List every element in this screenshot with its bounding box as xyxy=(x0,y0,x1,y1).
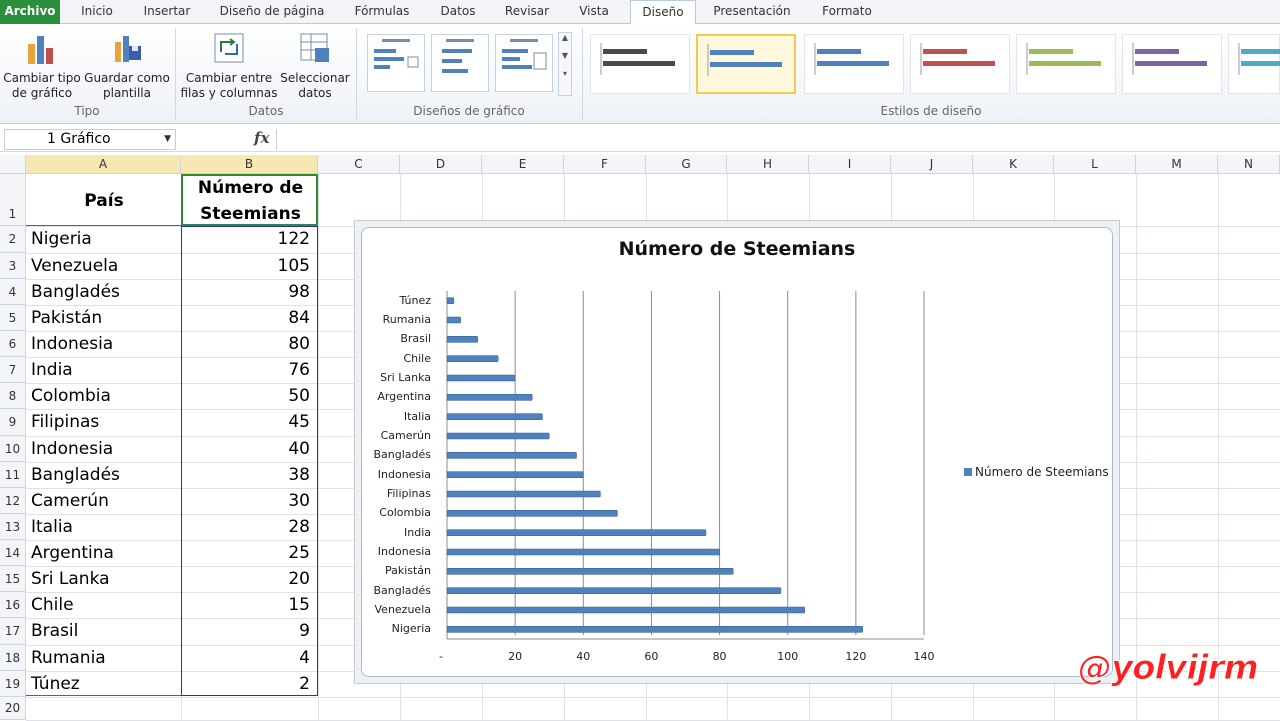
category-label: Túnez xyxy=(399,293,431,307)
category-label: Indonesia xyxy=(377,467,431,481)
category-label: Venezuela xyxy=(374,603,432,616)
tick-label: 20 xyxy=(508,650,523,663)
category-label: Sri Lanka xyxy=(380,371,431,384)
bar xyxy=(446,490,601,498)
legend-label: Número de Steemians xyxy=(975,465,1109,479)
bar xyxy=(446,432,550,440)
tick-label: 100 xyxy=(777,650,799,663)
tick-label: 140 xyxy=(913,650,935,663)
bar xyxy=(446,548,720,556)
category-label: Brasil xyxy=(400,332,431,346)
bar xyxy=(446,355,499,362)
tick-label: 60 xyxy=(644,650,659,663)
category-label: Pakistán xyxy=(384,564,431,578)
bar xyxy=(446,471,584,478)
bar xyxy=(446,587,782,594)
bar xyxy=(446,336,478,343)
chart-plot xyxy=(446,291,925,640)
category-label: Argentina xyxy=(377,390,431,404)
category-label: Camerún xyxy=(380,429,431,442)
tick-label: 80 xyxy=(712,650,727,663)
bar xyxy=(446,413,543,420)
category-label: Chile xyxy=(403,351,431,365)
category-label: India xyxy=(404,525,431,539)
bar xyxy=(446,394,533,401)
bar xyxy=(446,297,455,304)
tick-label: 40 xyxy=(576,650,591,663)
category-label: Colombia xyxy=(379,506,431,520)
legend-swatch xyxy=(964,468,972,476)
bar xyxy=(446,316,461,324)
watermark-text: @yolvijrm xyxy=(1078,648,1260,689)
chart-legend[interactable]: Número de Steemians xyxy=(964,465,1109,479)
category-label: Indonesia xyxy=(377,545,431,558)
tick-label: 120 xyxy=(845,650,867,663)
category-label: Rumania xyxy=(382,313,431,326)
category-label: Filipinas xyxy=(386,487,431,500)
bar xyxy=(446,626,863,633)
tick-label: - xyxy=(439,650,443,663)
bar xyxy=(446,374,516,382)
bar xyxy=(446,452,577,459)
category-label: Bangladés xyxy=(373,583,431,597)
bar xyxy=(446,529,707,536)
bar xyxy=(446,606,806,614)
category-label: Bangladés xyxy=(373,448,431,462)
category-label: Nigeria xyxy=(391,622,431,636)
bar xyxy=(446,510,618,517)
category-label: Italia xyxy=(403,409,431,423)
bar xyxy=(446,568,734,575)
